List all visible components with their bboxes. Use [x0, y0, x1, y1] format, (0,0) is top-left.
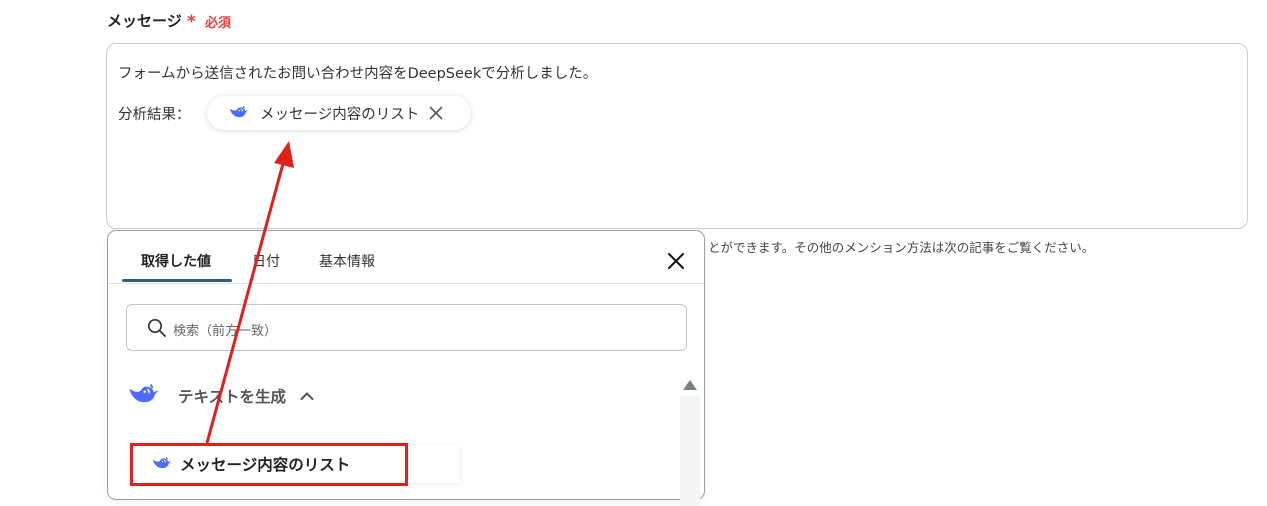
deepseek-icon [229, 104, 249, 123]
variable-chip-label: メッセージ内容のリスト [260, 106, 420, 123]
close-icon[interactable] [664, 249, 688, 273]
close-icon[interactable] [429, 106, 443, 120]
group-label: テキストを生成 [178, 388, 287, 406]
required-star: * [187, 12, 196, 32]
tab-basic-info[interactable]: 基本情報 [319, 251, 375, 271]
highlight-box [130, 443, 408, 486]
scroll-up-icon[interactable] [682, 376, 698, 395]
deepseek-icon [128, 383, 160, 409]
chevron-up-icon [300, 391, 314, 401]
search-icon [147, 318, 167, 342]
tab-acquired-values[interactable]: 取得した値 [141, 251, 211, 271]
variable-chip[interactable]: メッセージ内容のリスト [207, 96, 471, 130]
required-badge: 必須 [205, 16, 232, 31]
message-line-1: フォームから送信されたお問い合わせ内容をDeepSeekで分析しました。 [118, 66, 598, 82]
message-line-2-prefix: 分析結果： [118, 107, 191, 123]
active-tab-indicator [122, 279, 232, 282]
tab-date[interactable]: 日付 [252, 251, 280, 271]
search-input[interactable]: 検索（前方一致） [126, 304, 687, 351]
search-placeholder: 検索（前方一致） [173, 324, 278, 339]
field-label: メッセージ [107, 12, 182, 30]
scrollbar-track[interactable] [680, 396, 700, 506]
help-text: とができます。その他のメンション方法は次の記事をご覧ください。 [708, 240, 1095, 255]
tabs-divider [108, 283, 704, 284]
group-text-generation[interactable]: テキストを生成 [128, 383, 314, 409]
